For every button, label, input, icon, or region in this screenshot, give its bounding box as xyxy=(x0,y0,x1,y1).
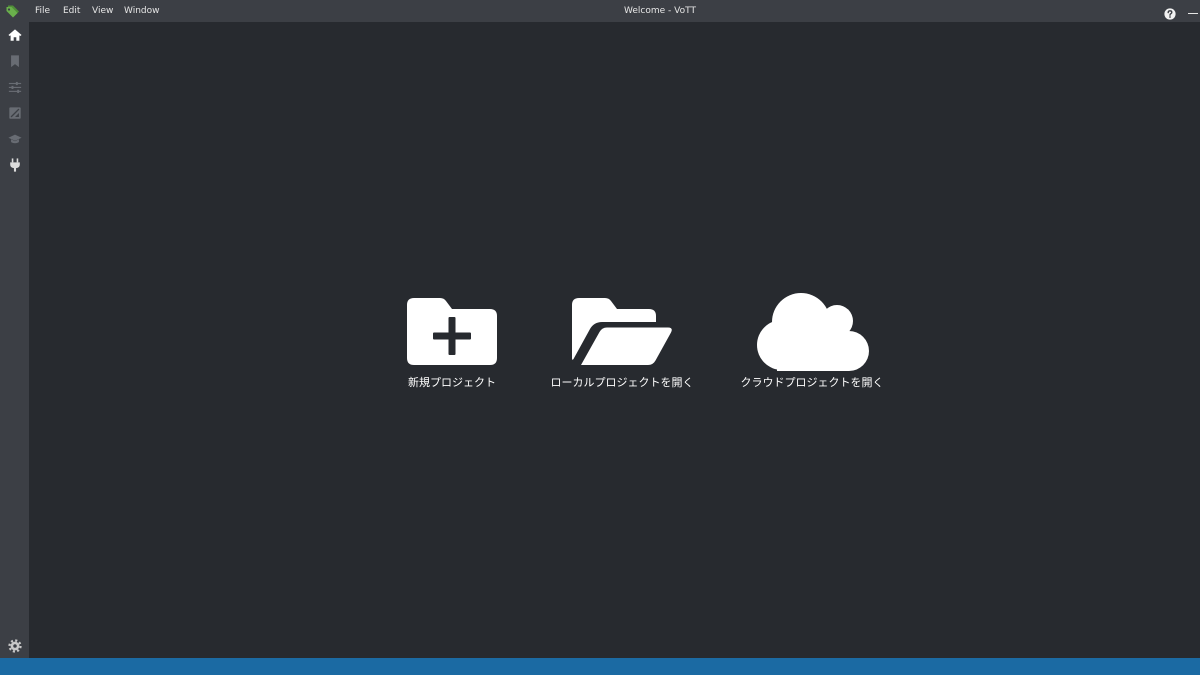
new-project-label: 新規プロジェクト xyxy=(408,376,496,389)
sidebar-item-home[interactable] xyxy=(0,22,29,48)
open-cloud-project-button[interactable]: クラウドプロジェクトを開く xyxy=(732,290,892,390)
window-title: Welcome - VoTT xyxy=(624,6,696,16)
image-icon xyxy=(8,107,21,119)
status-bar xyxy=(0,658,1200,675)
folder-open-icon xyxy=(572,298,672,365)
home-icon xyxy=(7,29,22,41)
open-local-project-button[interactable]: ローカルプロジェクトを開く xyxy=(542,290,702,390)
sidebar xyxy=(0,22,29,658)
sidebar-item-active-learning[interactable] xyxy=(0,126,29,152)
sliders-icon xyxy=(8,81,21,93)
sidebar-settings[interactable] xyxy=(0,633,29,659)
open-cloud-project-label: クラウドプロジェクトを開く xyxy=(740,376,884,389)
menu-file[interactable]: File xyxy=(35,0,50,22)
plug-icon xyxy=(9,158,20,172)
menu-edit[interactable]: Edit xyxy=(63,0,80,22)
sidebar-item-tags[interactable] xyxy=(0,48,29,74)
sidebar-item-connections[interactable] xyxy=(0,152,29,178)
minimize-icon[interactable] xyxy=(1184,4,1199,18)
folder-plus-icon xyxy=(407,298,497,365)
graduation-cap-icon xyxy=(7,134,22,144)
tag-logo-icon xyxy=(5,3,21,19)
sidebar-item-export[interactable] xyxy=(0,100,29,126)
menu-window[interactable]: Window xyxy=(124,0,160,22)
bookmark-icon xyxy=(10,55,19,68)
new-project-button[interactable]: 新規プロジェクト xyxy=(372,290,532,390)
title-bar: File Edit View Window Welcome - VoTT xyxy=(0,0,1200,22)
cloud-icon xyxy=(757,293,869,371)
menu-view[interactable]: View xyxy=(92,0,113,22)
question-circle-icon[interactable] xyxy=(1164,5,1176,20)
gear-icon xyxy=(7,639,22,653)
open-local-project-label: ローカルプロジェクトを開く xyxy=(550,376,694,389)
sidebar-item-settings[interactable] xyxy=(0,74,29,100)
